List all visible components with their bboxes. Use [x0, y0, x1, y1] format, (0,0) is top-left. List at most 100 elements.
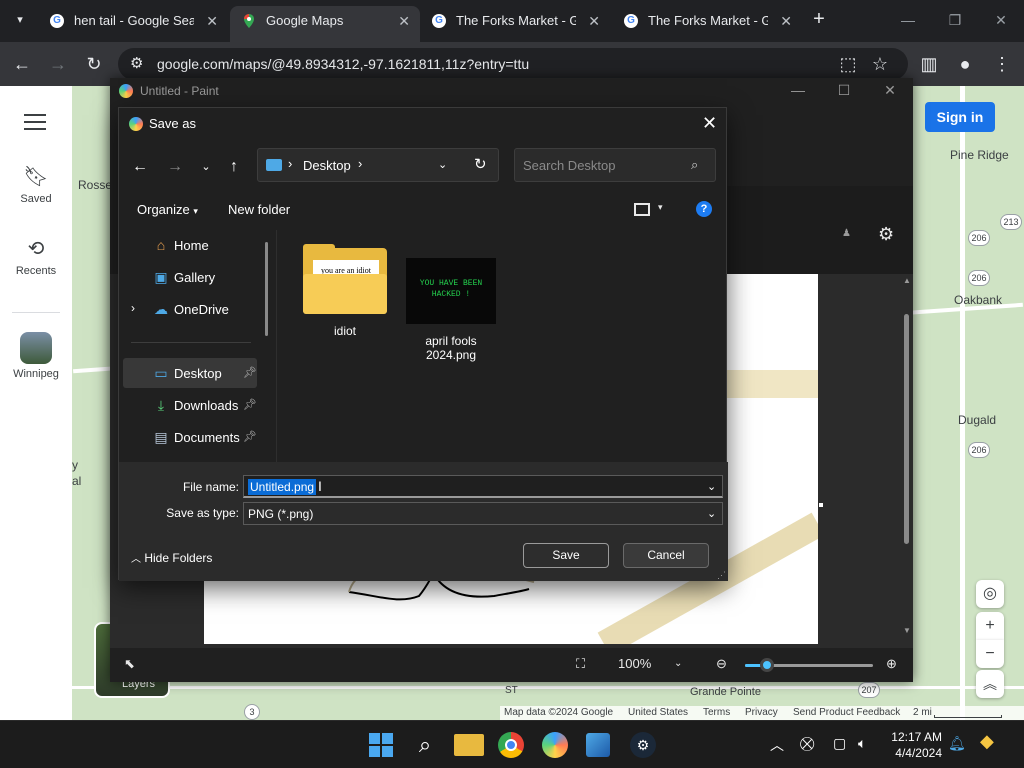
tab-close-icon[interactable]: ✕ — [780, 6, 792, 36]
vertical-scrollbar[interactable]: ▲ ▼ — [901, 274, 913, 640]
maximize-icon[interactable]: ☐ — [834, 82, 854, 99]
search-box[interactable]: ⌕ — [514, 148, 716, 182]
my-location-icon[interactable]: ◎ — [976, 580, 1004, 608]
chevron-down-icon[interactable]: ⌄ — [707, 507, 716, 520]
recent-place-winnipeg[interactable]: Winnipeg — [0, 332, 72, 380]
address-breadcrumb[interactable]: › Desktop › ⌄ ↻ — [257, 148, 499, 182]
tab-search-icon[interactable]: ▾ — [8, 8, 32, 32]
nav-scrollbar[interactable] — [265, 242, 268, 336]
copilot-icon[interactable]: ◆ — [980, 731, 994, 752]
refresh-icon[interactable]: ↻ — [474, 155, 487, 173]
zoom-dropdown-icon[interactable]: ⌄ — [674, 658, 682, 669]
sign-in-button[interactable]: Sign in — [925, 102, 995, 132]
address-bar[interactable]: ⚙ google.com/maps/@49.8934312,-97.162181… — [118, 48, 908, 80]
profile-icon[interactable]: ● — [953, 52, 977, 76]
expand-chevron-icon[interactable]: › — [131, 301, 135, 315]
paint-taskbar-icon[interactable] — [542, 732, 568, 758]
back-arrow-icon[interactable]: ← — [129, 156, 151, 178]
scroll-up-icon[interactable]: ▲ — [903, 276, 911, 285]
system-clock[interactable]: 12:17 AM 4/4/2024 — [880, 729, 942, 761]
forward-arrow-icon[interactable]: → — [164, 156, 186, 178]
zoom-out-icon[interactable]: ⊖ — [716, 656, 727, 672]
settings-gear-icon[interactable]: ⚙ — [878, 224, 894, 245]
zoom-in-icon[interactable]: ⊕ — [886, 656, 897, 672]
pin-icon[interactable]: 📌︎ — [243, 398, 257, 411]
hide-folders-button[interactable]: ︿ Hide Folders — [131, 550, 212, 565]
new-tab-plus-icon[interactable]: + — [808, 8, 830, 30]
scrollbar-thumb[interactable] — [904, 314, 909, 544]
zoom-level[interactable]: 100% — [618, 656, 651, 671]
chrome-icon[interactable] — [498, 732, 524, 758]
saved-button[interactable]: 🔖︎ Saved — [0, 164, 72, 205]
organize-button[interactable]: Organize ▾ — [137, 202, 198, 217]
zoom-slider[interactable] — [745, 658, 873, 672]
chrome-menu-icon[interactable]: ⋮ — [990, 52, 1014, 76]
start-windows-icon[interactable] — [366, 730, 396, 760]
minimize-icon[interactable]: — — [788, 82, 808, 98]
tab-google-maps[interactable]: Google Maps ✕ — [230, 6, 420, 42]
nav-item-home[interactable]: ⌂ Home — [123, 230, 257, 260]
terms-link[interactable]: Terms — [703, 707, 730, 718]
country-link[interactable]: United States — [628, 707, 688, 718]
privacy-link[interactable]: Privacy — [745, 707, 778, 718]
display-icon[interactable]: ▢ — [833, 735, 846, 752]
file-item-idiot-folder[interactable]: you are an idiot idiot — [298, 244, 392, 338]
minimize-icon[interactable]: — — [898, 10, 918, 30]
photos-icon[interactable] — [586, 733, 610, 757]
site-settings-icon[interactable]: ⚙ — [130, 54, 143, 72]
save-button[interactable]: Save — [523, 543, 609, 568]
nav-item-gallery[interactable]: ▣ Gallery — [123, 262, 257, 292]
zoom-out-icon[interactable]: − — [976, 640, 1004, 668]
fit-to-window-icon[interactable]: ⛶ — [576, 656, 585, 672]
help-icon[interactable]: ? — [696, 201, 712, 217]
file-name-field[interactable]: Untitled.png I ⌄ — [243, 475, 723, 498]
pin-icon[interactable]: 📌︎ — [243, 366, 257, 379]
scroll-down-icon[interactable]: ▼ — [903, 626, 911, 635]
close-window-icon[interactable]: ✕ — [880, 82, 900, 99]
nav-item-onedrive[interactable]: › ☁ OneDrive — [123, 294, 257, 324]
feedback-link[interactable]: Send Product Feedback — [793, 707, 900, 718]
resize-grip-icon[interactable]: ⋰ — [717, 570, 726, 581]
bookmark-star-icon[interactable]: ☆ — [868, 52, 892, 76]
tab-hen-tail[interactable]: G hen tail - Google Search ✕ — [38, 6, 228, 36]
notification-bell-icon[interactable]: 🔔︎ — [948, 735, 966, 752]
nav-item-documents[interactable]: ▤ Documents 📌︎ — [123, 422, 257, 452]
zoom-slider-knob[interactable] — [759, 658, 774, 672]
tab-close-icon[interactable]: ✕ — [206, 6, 218, 36]
zoom-in-icon[interactable]: + — [976, 612, 1004, 640]
file-explorer-icon[interactable] — [454, 734, 484, 756]
close-window-icon[interactable]: ✕ — [991, 10, 1011, 30]
forward-arrow-icon[interactable]: → — [46, 52, 70, 76]
canvas-resize-handle[interactable] — [819, 503, 823, 507]
side-panel-icon[interactable]: ▥ — [917, 52, 941, 76]
new-folder-button[interactable]: New folder — [228, 202, 290, 217]
nav-item-desktop[interactable]: ▭ Desktop 📌︎ — [123, 358, 257, 388]
cancel-button[interactable]: Cancel — [623, 543, 709, 568]
save-type-select[interactable]: PNG (*.png) ⌄ — [243, 502, 723, 525]
chevron-right-icon[interactable]: › — [288, 156, 292, 171]
search-icon[interactable]: ⌕ — [410, 730, 440, 760]
chevron-down-icon[interactable]: ⌄ — [438, 158, 447, 171]
nav-item-downloads[interactable]: ⤓ Downloads 📌︎ — [123, 390, 257, 420]
profile-small-icon[interactable]: ♟ — [842, 228, 856, 242]
expand-icon[interactable]: ︽ — [976, 670, 1004, 698]
view-mode-icon[interactable] — [634, 203, 650, 216]
dialog-close-icon[interactable]: ✕ — [702, 113, 717, 134]
chevron-down-icon[interactable]: ⌄ — [707, 480, 716, 493]
tab-close-icon[interactable]: ✕ — [398, 6, 410, 36]
restore-icon[interactable]: ❐ — [945, 10, 965, 30]
recents-button[interactable]: ⟲ Recents — [0, 236, 72, 277]
up-folder-icon[interactable]: ↑ — [223, 156, 245, 178]
back-arrow-icon[interactable]: ← — [10, 52, 34, 76]
recent-locations-icon[interactable]: ⌄ — [195, 156, 217, 178]
tab-close-icon[interactable]: ✕ — [588, 6, 600, 36]
view-dropdown-icon[interactable]: ▾ — [658, 202, 663, 213]
chevron-right-icon[interactable]: › — [358, 156, 362, 171]
file-item-april-fools[interactable]: YOU HAVE BEEN HACKED ! april fools 2024.… — [404, 258, 498, 362]
network-icon[interactable]: ⛒ — [800, 735, 814, 752]
search-input[interactable] — [523, 157, 683, 173]
pin-icon[interactable]: 📌︎ — [243, 430, 257, 443]
reload-icon[interactable]: ↻ — [82, 52, 106, 76]
breadcrumb-location[interactable]: Desktop — [303, 158, 351, 173]
install-app-icon[interactable]: ⬚ — [836, 52, 860, 76]
